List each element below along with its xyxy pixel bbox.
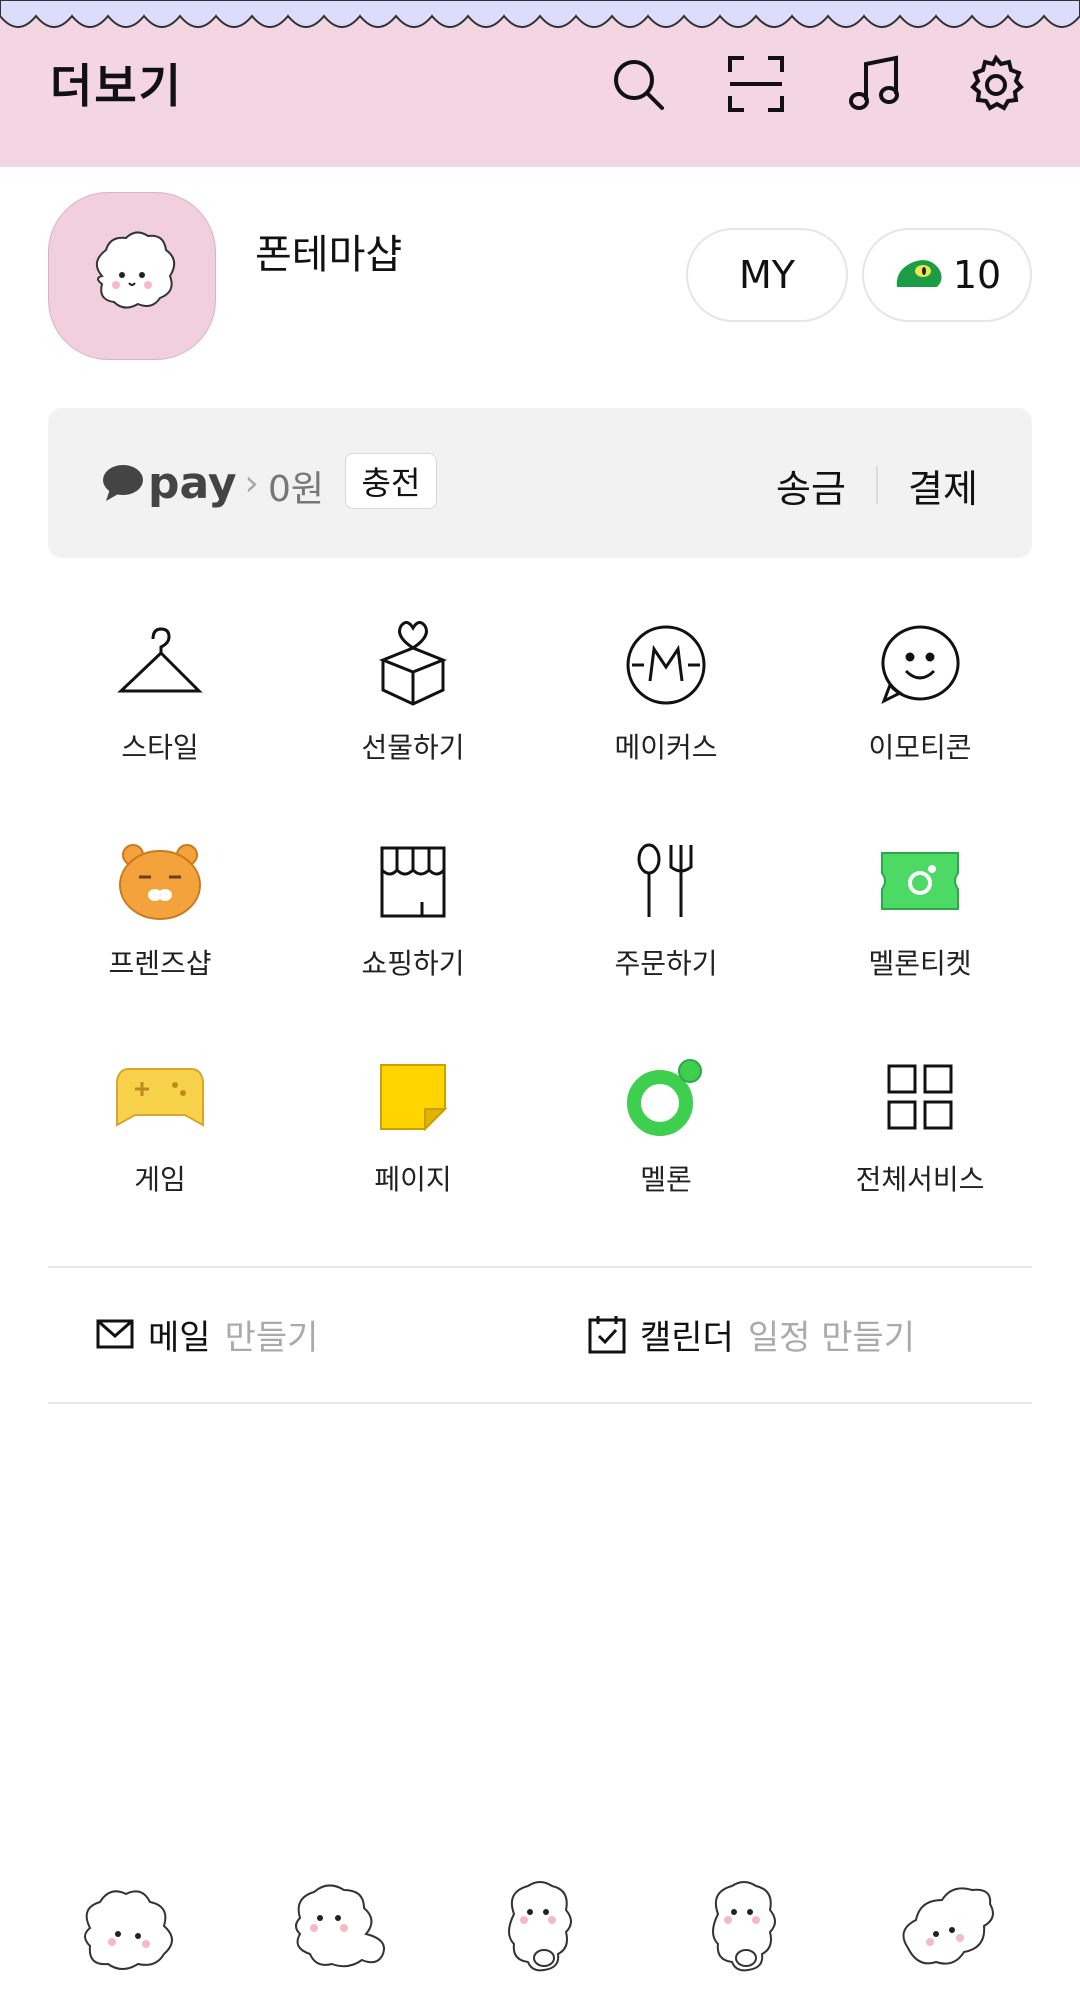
hanger-icon [110,620,210,710]
service-melon-ticket[interactable]: 멜론티켓 [808,826,1032,986]
search-icon[interactable] [608,54,668,114]
mail-action: 만들기 [224,1317,319,1358]
charge-button[interactable]: 충전 [345,453,437,509]
service-label: 멜론 [640,1163,692,1196]
coin-button[interactable]: 10 [862,228,1032,322]
dog-lying-icon [84,1890,173,1970]
service-gift[interactable]: 선물하기 [301,610,525,770]
service-label: 페이지 [374,1163,452,1196]
calendar-title: 캘린더 [640,1317,734,1358]
emoticon-icon [870,620,970,710]
speech-bubble-icon [103,465,143,501]
calendar-create-link[interactable]: 캘린더 일정 만들기 [588,1310,915,1358]
service-makers[interactable]: 메이커스 [554,610,778,770]
divider [48,1402,1032,1404]
service-emoticon[interactable]: 이모티콘 [808,610,1032,770]
pay-divider [876,466,878,504]
service-shopping[interactable]: 쇼핑하기 [301,826,525,986]
service-game[interactable]: 게임 [48,1042,272,1202]
service-all[interactable]: 전체서비스 [808,1042,1032,1202]
send-button[interactable]: 송금 [776,458,846,513]
service-label: 이모티콘 [868,731,972,764]
dog-sitting-icon [295,1884,385,1968]
scallop-border [0,0,1080,28]
service-label: 메이커스 [614,731,718,764]
calendar-check-icon [588,1316,626,1354]
melon-icon [616,1052,716,1142]
ticket-icon [870,836,970,926]
calendar-action: 일정 만들기 [747,1317,916,1358]
service-friends-shop[interactable]: 프렌즈샵 [48,826,272,986]
store-icon [363,836,463,926]
mail-title: 메일 [148,1317,211,1358]
nav-view-tab[interactable] [484,1878,594,1988]
all-services-icon [870,1052,970,1142]
service-order[interactable]: 주문하기 [554,826,778,986]
dog-standing-icon [712,1881,776,1972]
service-melon[interactable]: 멜론 [554,1042,778,1202]
choco-coin-icon [896,260,942,287]
pay-panel: pay › 0원 충전 송금 결제 [48,408,1032,558]
service-label: 선물하기 [361,731,465,764]
divider [48,1266,1032,1268]
profile-name[interactable]: 폰테마샵 [255,222,402,280]
chevron-right-icon: › [244,462,259,504]
scan-icon[interactable] [726,54,786,114]
music-icon[interactable] [846,54,906,114]
header-bar: 더보기 [0,0,1080,167]
gamepad-icon [110,1052,210,1142]
service-label: 주문하기 [614,947,718,980]
nav-shopping-tab[interactable] [688,1878,798,1988]
service-label: 프렌즈샵 [108,947,212,980]
service-style[interactable]: 스타일 [48,610,272,770]
nav-chats-tab[interactable] [280,1878,390,1988]
utensils-icon [616,836,716,926]
service-label: 쇼핑하기 [361,947,465,980]
service-page[interactable]: 페이지 [301,1042,525,1202]
payment-button[interactable]: 결제 [908,458,978,513]
ryan-icon [110,836,210,926]
service-label: 스타일 [121,731,199,764]
mail-icon [96,1319,134,1349]
service-label: 멜론티켓 [868,947,972,980]
coin-count: 10 [952,253,1002,297]
avatar[interactable] [48,192,216,360]
gift-box-icon [363,620,463,710]
pay-balance[interactable]: 0원 [268,460,324,512]
page-title: 더보기 [50,59,183,113]
pay-logo-text: pay [148,457,237,509]
dog-standing-icon [508,1881,572,1972]
nav-friends-tab[interactable] [76,1878,186,1988]
settings-icon[interactable] [966,54,1026,114]
service-label: 게임 [134,1163,186,1196]
nav-more-tab[interactable] [892,1878,1002,1988]
service-label: 전체서비스 [855,1163,985,1196]
dog-rolling-icon [902,1887,994,1965]
pay-logo[interactable]: pay › [102,456,259,510]
my-button[interactable]: MY [686,228,848,322]
bottom-nav [0,1870,1080,2004]
page-icon [363,1052,463,1142]
fluffy-dog-icon [95,231,176,309]
mail-create-link[interactable]: 메일 만들기 [96,1310,318,1358]
makers-icon [616,620,716,710]
